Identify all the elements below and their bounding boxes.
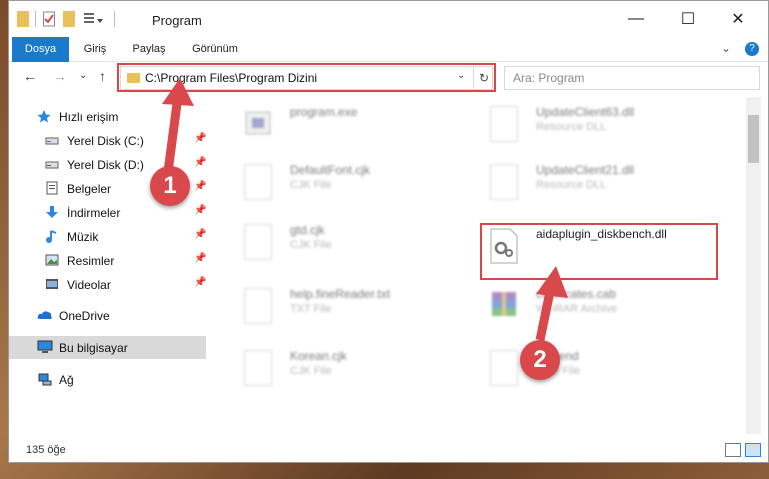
annotation-arrows <box>162 78 568 341</box>
arrow-1-head <box>162 78 194 106</box>
arrow-1-shaft <box>163 95 183 173</box>
step-2-badge: 2 <box>520 340 560 380</box>
arrow-2-head <box>536 266 568 298</box>
step-1-badge: 1 <box>150 166 190 206</box>
